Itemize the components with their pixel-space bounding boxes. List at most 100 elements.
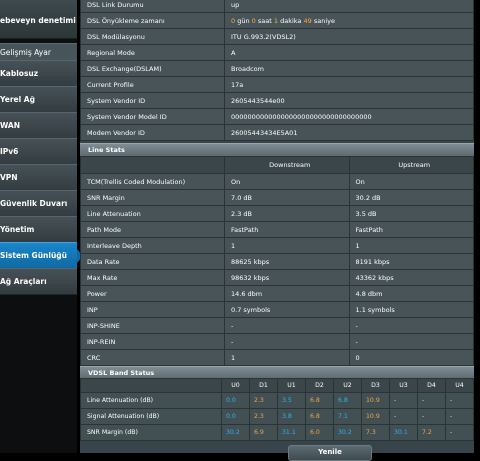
header-empty <box>80 156 225 174</box>
refresh-button[interactable]: Yenile <box>288 445 372 461</box>
sidebar-item-label: Sistem Günlüğü <box>0 251 67 260</box>
row-key: Max Rate <box>80 269 225 286</box>
sidebar-item-vpn[interactable]: VPN <box>0 164 77 191</box>
row-key: DSL Modülasyonu <box>80 28 225 45</box>
band-value: 6.8 <box>333 392 362 409</box>
downstream-value: FastPath <box>224 221 350 238</box>
band-value: 0.0 <box>221 392 250 409</box>
table-row: Modem Vendor ID 26005443434E5A01 <box>80 124 474 141</box>
uptime-minutes-unit: dakika <box>280 16 302 25</box>
band-header-u3: U3 <box>389 378 418 393</box>
row-key: Data Rate <box>80 253 225 270</box>
band-value: - <box>389 392 418 409</box>
band-value: 7.1 <box>333 408 362 425</box>
row-value: Broadcom <box>224 60 474 77</box>
table-row: Regional Mode A <box>80 44 474 61</box>
row-key: Interleave Depth <box>80 237 225 254</box>
band-value: - <box>389 408 418 425</box>
table-row: Signal Attenuation (dB) 0.0 2.3 3.8 6.8 7.1 10… <box>80 408 474 425</box>
col-upstream: Upstream <box>348 156 474 174</box>
row-key: DSL Önyükleme zamanı <box>80 12 225 29</box>
row-key: DSL Exchange(DSLAM) <box>80 60 225 77</box>
table-row: Max Rate 98632 kbps 43362 kbps <box>80 269 474 286</box>
table-row: SNR Margin 7.0 dB 30.2 dB <box>80 189 474 206</box>
sidebar: ebeveyn denetimi Gelişmiş Ayar Kablosuz … <box>0 0 83 453</box>
table-row: INP 0.7 symbols 1.1 symbols <box>80 301 474 318</box>
downstream-value: 14.6 dbm <box>224 285 350 302</box>
band-status-table: U0 D1 U1 D2 U2 D3 U3 D4 U4 Line Attenuation (dB)… <box>80 378 474 441</box>
upstream-value: 1.1 symbols <box>348 301 474 318</box>
row-value: 0000000000000000000000000000000000 <box>224 108 474 125</box>
downstream-value: On <box>224 173 350 190</box>
sidebar-item-wireless[interactable]: Kablosuz <box>0 60 77 87</box>
row-value: up <box>224 0 474 13</box>
table-row: DSL Önyükleme zamanı 0 gün 0 saat 1 daki… <box>80 12 474 29</box>
row-key: System Vendor ID <box>80 92 225 109</box>
sidebar-item-label: WAN <box>0 121 21 130</box>
table-row: System Vendor Model ID 000000000000000000… <box>80 108 474 125</box>
upstream-value: 30.2 dB <box>348 189 474 206</box>
band-value: - <box>445 392 474 409</box>
row-key: Line Attenuation <box>80 205 225 222</box>
col-downstream: Downstream <box>224 156 350 174</box>
band-value: 2.3 <box>249 408 278 425</box>
band-value: 30.2 <box>333 424 362 441</box>
uptime-hours-unit: saat <box>257 16 272 25</box>
sidebar-item-wan[interactable]: WAN <box>0 112 77 139</box>
sidebar-item-firewall[interactable]: Güvenlik Duvarı <box>0 190 77 217</box>
band-value: - <box>445 408 474 425</box>
header-empty <box>80 378 222 393</box>
band-value: 10.9 <box>361 408 390 425</box>
upstream-value: 0 <box>348 349 474 366</box>
row-key: Current Profile <box>80 76 225 93</box>
row-key: TCM(Trellis Coded Modulation) <box>80 173 225 190</box>
sidebar-item-system-log[interactable]: Sistem Günlüğü <box>0 242 83 269</box>
downstream-value: 88625 kbps <box>224 253 350 270</box>
downstream-value: 1 <box>224 349 350 366</box>
band-value: 2.3 <box>249 392 278 409</box>
upstream-value: 4.8 dbm <box>348 285 474 302</box>
downstream-value: 7.0 dB <box>224 189 350 206</box>
table-row: Line Attenuation 2.3 dB 3.5 dB <box>80 205 474 222</box>
sidebar-item-label: IPv6 <box>0 147 19 156</box>
dsl-info-table: DSL Link Durumu up DSL Önyükleme zamanı 0… <box>80 0 474 141</box>
uptime-value: 0 gün 0 saat 1 dakika 49 saniye <box>224 12 474 29</box>
table-header: Downstream Upstream <box>80 156 474 174</box>
row-key: SNR Margin (dB) <box>80 424 222 441</box>
section-title: Line Stats <box>88 146 125 154</box>
sidebar-item-administration[interactable]: Yönetim <box>0 216 77 243</box>
row-key: INP-SHINE <box>80 317 225 334</box>
uptime-days: 0 <box>231 16 236 25</box>
band-value: 6.8 <box>305 408 334 425</box>
sidebar-item-ipv6[interactable]: IPv6 <box>0 138 77 165</box>
advanced-settings-label: Gelişmiş Ayar <box>0 48 51 57</box>
table-row: Power 14.6 dbm 4.8 dbm <box>80 285 474 302</box>
row-key: Line Attenuation (dB) <box>80 392 222 409</box>
table-row: Data Rate 88625 kbps 8191 kbps <box>80 253 474 270</box>
upstream-value: On <box>348 173 474 190</box>
section-title: VDSL Band Status <box>88 369 155 377</box>
row-key: Power <box>80 285 225 302</box>
row-key: Modem Vendor ID <box>80 124 225 141</box>
sidebar-item-parental-control[interactable]: ebeveyn denetimi <box>0 0 77 39</box>
upstream-value: 8191 kbps <box>348 253 474 270</box>
band-header-d2: D2 <box>305 378 334 393</box>
table-row: CRC 1 0 <box>80 349 474 366</box>
line-stats-table: Downstream Upstream TCM(Trellis Coded Mod… <box>80 156 474 366</box>
band-value: 30.1 <box>389 424 418 441</box>
band-header-u2: U2 <box>333 378 362 393</box>
row-key: SNR Margin <box>80 189 225 206</box>
downstream-value: 98632 kbps <box>224 269 350 286</box>
uptime-seconds-unit: saniye <box>313 16 335 25</box>
row-key: Regional Mode <box>80 44 225 61</box>
band-value: 6.0 <box>305 424 334 441</box>
band-header-d1: D1 <box>249 378 278 393</box>
downstream-value: 0.7 symbols <box>224 301 350 318</box>
table-header: U0 D1 U1 D2 U2 D3 U3 D4 U4 <box>80 378 474 393</box>
sidebar-item-lan[interactable]: Yerel Ağ <box>0 86 77 113</box>
band-value: 10.9 <box>361 392 390 409</box>
sidebar-item-network-tools[interactable]: Ağ Araçları <box>0 268 77 295</box>
table-row: DSL Modülasyonu ITU G.993.2(VDSL2) <box>80 28 474 45</box>
downstream-value: 1 <box>224 237 350 254</box>
band-value: 7.3 <box>361 424 390 441</box>
